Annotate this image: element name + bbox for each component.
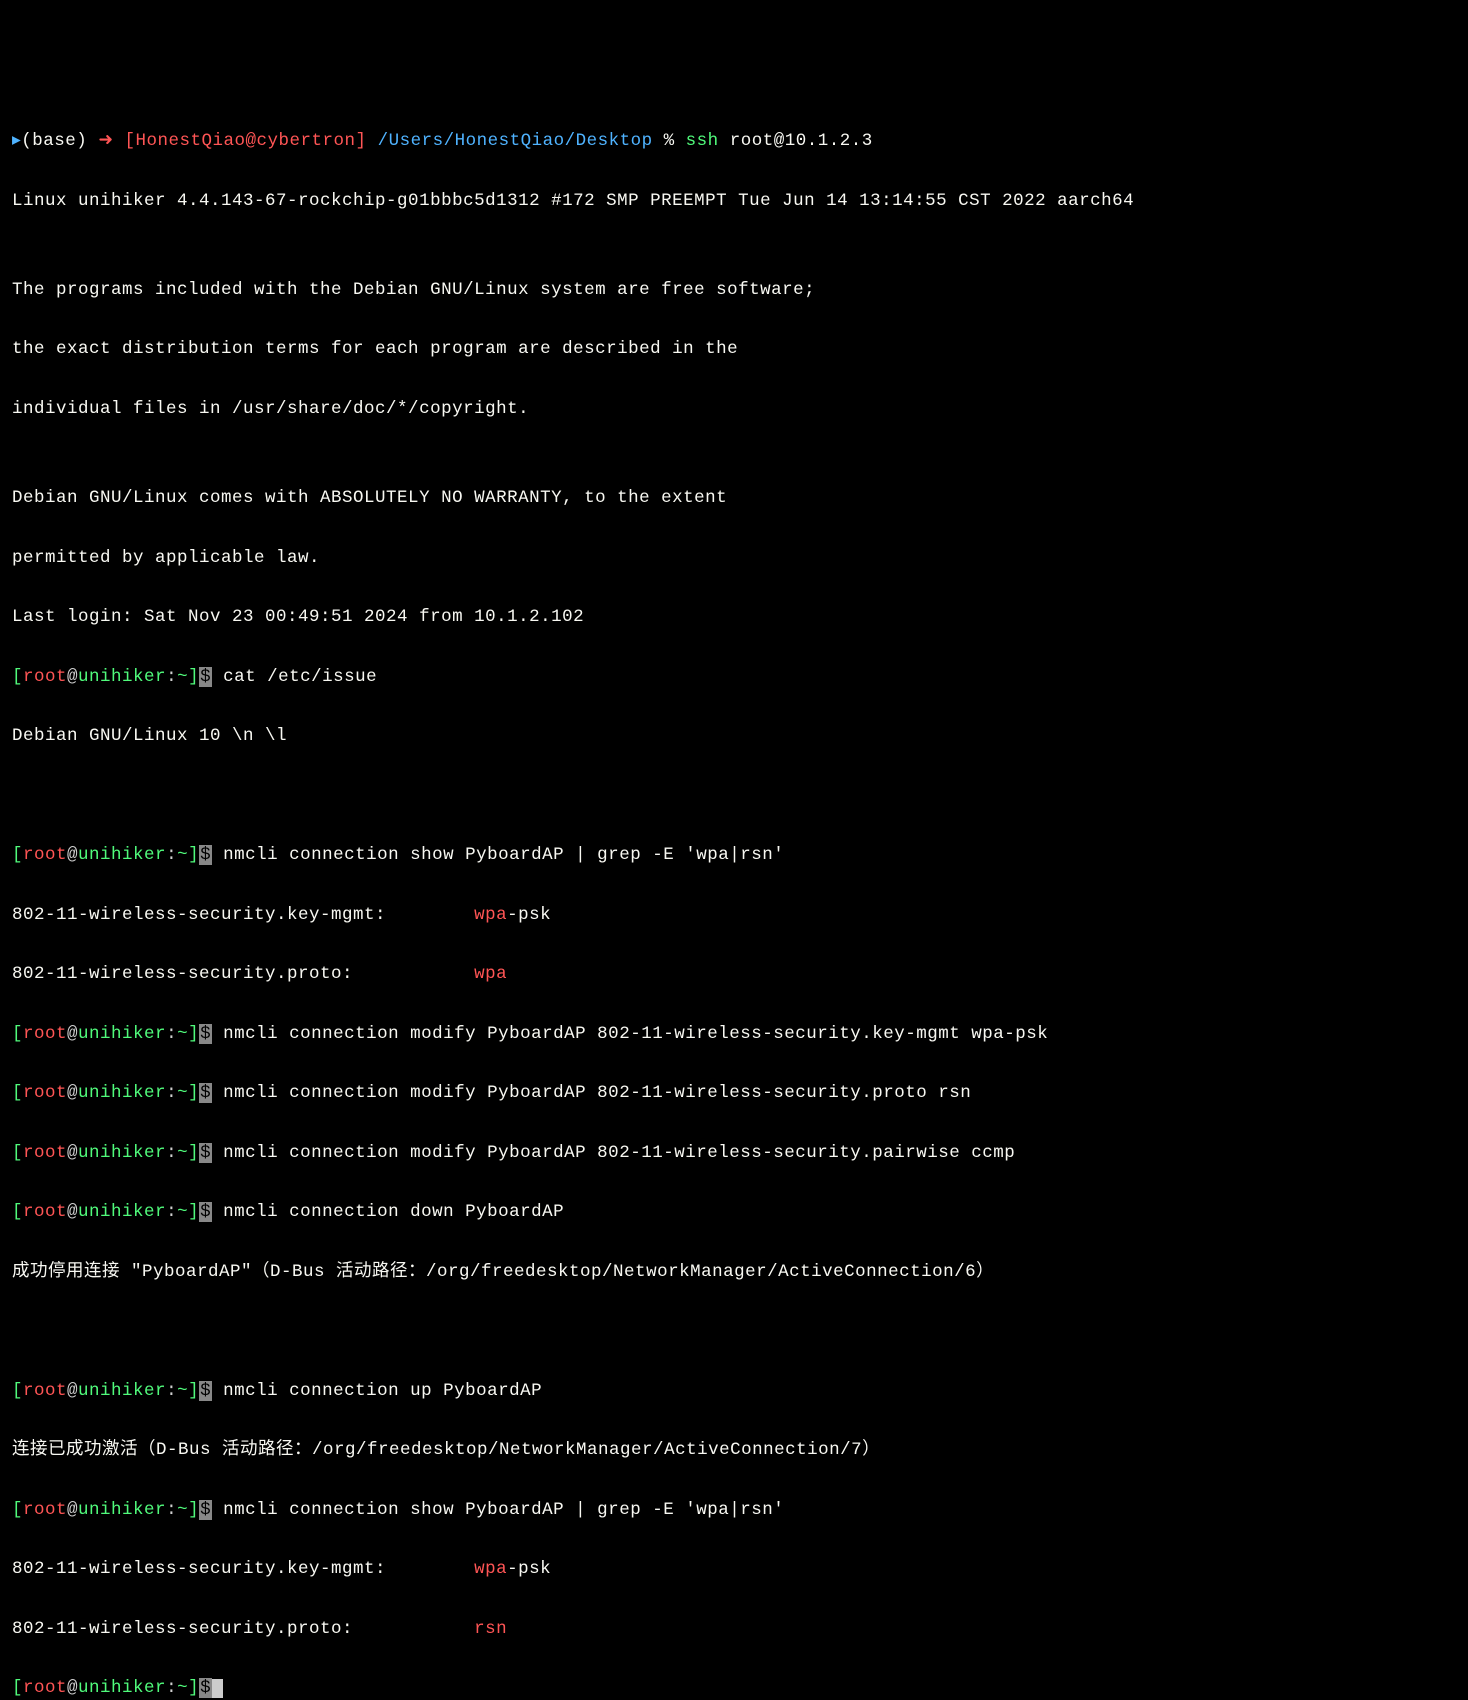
output-line: 802-11-wireless-security.proto: wpa (12, 960, 1456, 990)
output-line: 802-11-wireless-security.proto: rsn (12, 1615, 1456, 1645)
prompt-line: [root@unihiker:~]$ nmcli connection show… (12, 1496, 1456, 1526)
active-prompt-line[interactable]: [root@unihiker:~]$ (12, 1674, 1456, 1700)
blank-line (12, 1317, 1456, 1347)
cursor-icon (212, 1679, 223, 1698)
output-line: 802-11-wireless-security.key-mgmt: wpa-p… (12, 1555, 1456, 1585)
prompt-line: [root@unihiker:~]$ nmcli connection show… (12, 841, 1456, 871)
blank-line (12, 782, 1456, 812)
motd-line: The programs included with the Debian GN… (12, 276, 1456, 306)
prompt-line: [root@unihiker:~]$ nmcli connection down… (12, 1198, 1456, 1228)
motd-line: individual files in /usr/share/doc/*/cop… (12, 395, 1456, 425)
motd-line: the exact distribution terms for each pr… (12, 335, 1456, 365)
output-line: 802-11-wireless-security.key-mgmt: wpa-p… (12, 901, 1456, 931)
prompt-line: [root@unihiker:~]$ nmcli connection modi… (12, 1139, 1456, 1169)
motd-line: permitted by applicable law. (12, 544, 1456, 574)
output-line: 成功停用连接 "PyboardAP"（D-Bus 活动路径：/org/freed… (12, 1258, 1456, 1288)
last-login-line: Last login: Sat Nov 23 00:49:51 2024 fro… (12, 603, 1456, 633)
motd-line: Debian GNU/Linux comes with ABSOLUTELY N… (12, 484, 1456, 514)
output-line: 连接已成功激活（D-Bus 活动路径：/org/freedesktop/Netw… (12, 1436, 1456, 1466)
ssh-connect-line: ▸(base) ➜ [HonestQiao@cybertron] /Users/… (12, 127, 1456, 157)
prompt-line: [root@unihiker:~]$ nmcli connection modi… (12, 1020, 1456, 1050)
output-line: Debian GNU/Linux 10 \n \l (12, 722, 1456, 752)
motd-line: Linux unihiker 4.4.143-67-rockchip-g01bb… (12, 187, 1456, 217)
terminal-output[interactable]: ▸(base) ➜ [HonestQiao@cybertron] /Users/… (12, 127, 1456, 1700)
prompt-line: [root@unihiker:~]$ nmcli connection up P… (12, 1377, 1456, 1407)
prompt-line: [root@unihiker:~]$ cat /etc/issue (12, 663, 1456, 693)
prompt-line: [root@unihiker:~]$ nmcli connection modi… (12, 1079, 1456, 1109)
